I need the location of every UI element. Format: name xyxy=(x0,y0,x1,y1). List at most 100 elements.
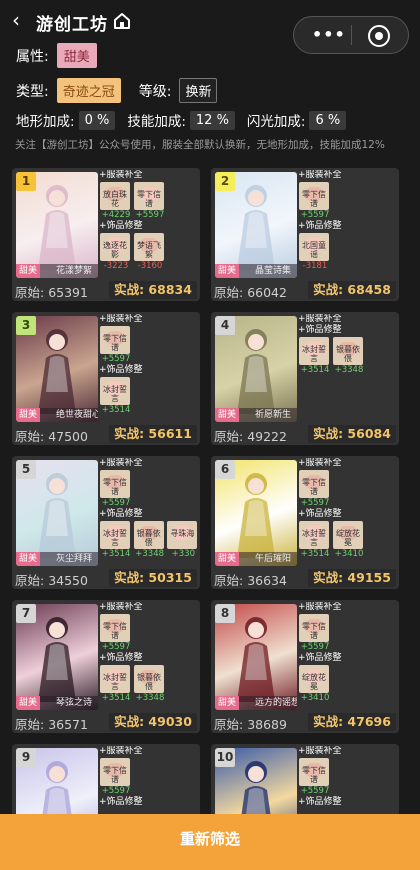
item-bonus-value: +3348 xyxy=(135,693,165,703)
attribute-badge: 甜美 xyxy=(16,408,41,422)
bonus-item[interactable]: 零下信谱 +5597 xyxy=(99,614,131,652)
bonus-item[interactable]: 冰封誓言 +3514 xyxy=(298,337,330,375)
rank-badge: 8 xyxy=(215,604,235,623)
rank-badge: 10 xyxy=(215,748,235,767)
bonus-item[interactable]: 寻珠海 +330 xyxy=(166,521,198,559)
item-name: 银暮依偎 xyxy=(336,345,360,363)
item-thumbnail: 零下信谱 xyxy=(100,326,130,354)
refilter-button[interactable]: 重新筛选 xyxy=(0,814,420,870)
item-thumbnail: 银暮依偎 xyxy=(133,521,164,549)
clothing-items: 零下信谱 +5597 xyxy=(298,758,397,796)
item-thumbnail: 银暮依偎 xyxy=(134,665,164,693)
rank-badge: 9 xyxy=(16,748,36,767)
origin-value: 36634 xyxy=(247,573,287,588)
bonus-column: +服装补全 零下信谱 +5597 +饰品修整 绽放花冕 +3410 xyxy=(298,602,397,710)
item-thumbnail: 零下信谱 xyxy=(299,470,329,498)
home-icon[interactable] xyxy=(112,11,132,31)
item-name: 北国童谣 xyxy=(302,241,326,259)
accessory-section-label: +饰品修整 xyxy=(99,653,143,663)
item-bonus-value: +5597 xyxy=(300,498,330,508)
bonus-item[interactable]: 放白珠花 +4229 xyxy=(99,182,131,220)
origin-value: 36571 xyxy=(48,717,88,732)
item-name: 绽放花冕 xyxy=(336,529,360,547)
outfit-portrait: 5 甜美 灰尘拜拜 xyxy=(16,460,98,566)
item-bonus-value: +5597 xyxy=(135,210,165,220)
attribute-row: 属性: 甜美 xyxy=(16,43,97,68)
back-icon[interactable]: ‹ xyxy=(12,8,34,32)
origin-score: 原始: 34550 xyxy=(15,570,88,589)
outfit-name: 晶莹诗集 xyxy=(255,266,292,276)
bonus-item[interactable]: 冰封誓言 +3514 xyxy=(298,521,330,559)
terrain-value[interactable]: 0 % xyxy=(78,110,116,130)
item-bonus-value: +3348 xyxy=(334,365,364,375)
real-score: 实战: 68458 xyxy=(308,281,396,299)
score-row: 原始: 66042 实战: 68458 xyxy=(214,281,396,300)
bonus-item[interactable]: 零下信谱 +5597 xyxy=(99,470,131,508)
outfit-figure xyxy=(237,185,275,270)
origin-prefix: 原始: xyxy=(214,285,244,300)
item-thumbnail: 零下信谱 xyxy=(299,758,329,786)
result-card[interactable]: 4 甜美 祈愿新生 +服装补全 +饰品修整 冰封誓言 +3514 银暮依偎 +3348 原始: 4… xyxy=(211,312,399,445)
bonus-item[interactable]: 冰封誓言 +3514 xyxy=(99,665,131,703)
origin-value: 47500 xyxy=(48,429,88,444)
real-value: 50315 xyxy=(148,570,192,585)
outfit-name: 绝世夜甜心 xyxy=(56,410,98,420)
bonus-item[interactable]: 逸逐花影 -3223 xyxy=(99,233,131,271)
item-bonus-value: +3514 xyxy=(101,405,131,415)
bonus-item[interactable]: 零下信谱 +5597 xyxy=(99,758,131,796)
accessory-items: 逸逐花影 -3223 梦语飞絮 -3160 xyxy=(99,233,198,271)
bonus-item[interactable]: 梦语飞絮 -3160 xyxy=(133,233,165,271)
bonus-item[interactable]: 零下信谱 +5597 xyxy=(298,470,330,508)
bonus-item[interactable]: 北国童谣 -3181 xyxy=(298,233,330,271)
accessory-items: 冰封誓言 +3514 xyxy=(99,377,198,415)
item-bonus-value: +5597 xyxy=(300,642,330,652)
bonus-item[interactable]: 银暮依偎 +3348 xyxy=(133,665,165,703)
bonus-item[interactable]: 零下信谱 +5597 xyxy=(298,758,330,796)
attribute-tag[interactable]: 甜美 xyxy=(56,43,97,68)
result-card[interactable]: 6 甜美 午后璀阳 +服装补全 零下信谱 +5597 +饰品修整 冰封誓言 +3514 绽放花冕 +… xyxy=(211,456,399,589)
accessory-section-label: +饰品修整 xyxy=(298,653,342,663)
outfit-portrait: 3 甜美 绝世夜甜心 xyxy=(16,316,98,422)
item-bonus-value: +3514 xyxy=(300,549,330,559)
item-bonus-value: -3223 xyxy=(103,261,129,271)
item-name: 冰封誓言 xyxy=(103,385,127,403)
close-icon[interactable] xyxy=(368,25,390,47)
accessory-section-label: +饰品修整 xyxy=(298,509,342,519)
real-score: 实战: 56084 xyxy=(308,425,396,443)
bonus-item[interactable]: 绽放花冕 +3410 xyxy=(332,521,364,559)
outfit-name: 祈愿新生 xyxy=(255,410,292,420)
result-card[interactable]: 2 甜美 晶莹诗集 +服装补全 零下信谱 +5597 +饰品修整 北国童谣 -3181 原始: 6… xyxy=(211,168,399,301)
result-card[interactable]: 1 甜美 花漾梦絮 +服装补全 放白珠花 +4229 零下信谱 +5597 +饰品修整 逸逐花影 -… xyxy=(12,168,200,301)
item-thumbnail: 零下信谱 xyxy=(299,614,329,642)
accessory-section-label: +饰品修整 xyxy=(99,365,143,375)
type-tag[interactable]: 奇迹之冠 xyxy=(56,78,121,103)
rank-badge: 3 xyxy=(16,316,36,335)
clothing-items: 零下信谱 +5597 xyxy=(99,326,198,364)
item-name: 冰封誓言 xyxy=(103,529,127,547)
result-card[interactable]: 5 甜美 灰尘拜拜 +服装补全 零下信谱 +5597 +饰品修整 冰封誓言 +3514 银暮依偎 +… xyxy=(12,456,200,589)
bonus-item[interactable]: 银暮依偎 +3348 xyxy=(332,337,364,375)
skill-value[interactable]: 12 % xyxy=(189,110,235,130)
bonus-item[interactable]: 零下信谱 +5597 xyxy=(298,182,330,220)
result-card[interactable]: 8 甜美 远方的谣想 +服装补全 零下信谱 +5597 +饰品修整 绽放花冕 +3410 原始: … xyxy=(211,600,399,733)
level-tag[interactable]: 换新 xyxy=(179,78,218,103)
result-card[interactable]: 7 甜美 琴弦之诗 +服装补全 零下信谱 +5597 +饰品修整 冰封誓言 +3514 银暮依偎 +… xyxy=(12,600,200,733)
item-bonus-value: -3160 xyxy=(137,261,163,271)
bonus-item[interactable]: 零下信谱 +5597 xyxy=(133,182,165,220)
result-card[interactable]: 3 甜美 绝世夜甜心 +服装补全 零下信谱 +5597 +饰品修整 冰封誓言 +3514 原始: … xyxy=(12,312,200,445)
bonus-item[interactable]: 冰封誓言 +3514 xyxy=(99,521,131,559)
bonus-item[interactable]: 零下信谱 +5597 xyxy=(298,614,330,652)
bonus-item[interactable]: 绽放花冕 +3410 xyxy=(298,665,330,703)
bonus-item[interactable]: 冰封誓言 +3514 xyxy=(99,377,131,415)
accessory-items: 冰封誓言 +3514 银暮依偎 +3348 寻珠海 +330 xyxy=(99,521,198,559)
more-icon[interactable]: ••• xyxy=(312,25,346,44)
bonus-item[interactable]: 零下信谱 +5597 xyxy=(99,326,131,364)
bonus-item[interactable]: 银暮依偎 +3348 xyxy=(133,521,165,559)
item-name: 零下信谱 xyxy=(103,622,127,640)
item-bonus-value: +4229 xyxy=(101,210,131,220)
flash-value[interactable]: 6 % xyxy=(309,110,347,130)
item-thumbnail: 零下信谱 xyxy=(299,182,329,210)
outfit-name: 远方的谣想 xyxy=(255,698,297,708)
item-name: 零下信谱 xyxy=(103,478,127,496)
rank-badge: 2 xyxy=(215,172,235,191)
